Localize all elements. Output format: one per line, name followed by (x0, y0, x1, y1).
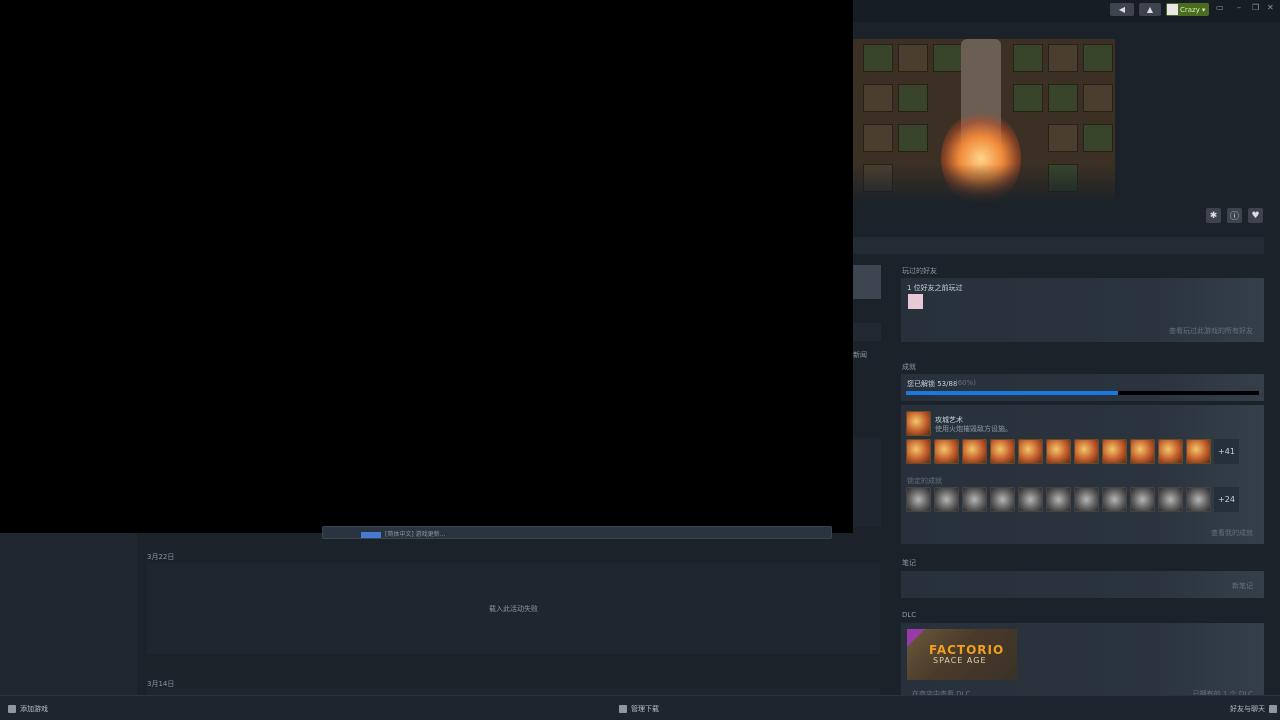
loading-message: 载入此活动失败 (489, 604, 538, 613)
locked-achievement-icon[interactable] (934, 487, 959, 512)
user-name: Crazy (1180, 5, 1200, 14)
achievement-percent: (60%) (955, 379, 977, 387)
info-icon: ⓘ (1229, 212, 1239, 222)
bottom-bar: 添加游戏 管理下载 好友与聊天 (0, 695, 1280, 720)
unlocked-achievement-icon[interactable] (1186, 439, 1211, 464)
achievement-unlocked-count: 您已解锁 53/88 (907, 380, 958, 388)
dlc-image[interactable]: FACTORIO SPACE AGE (907, 629, 1017, 680)
locked-achievement-icon[interactable] (1102, 487, 1127, 512)
news-fragment: 新闻 (853, 351, 867, 359)
locked-achievement-icon[interactable] (1158, 487, 1183, 512)
friends-panel: 1 位好友之前玩过 查看玩过此游戏的所有好友 (901, 278, 1264, 342)
achievements-panel: 攻城艺术 使用火炮摧毁敌方设施。 锁定的成就 查看我的成就 (901, 405, 1264, 544)
news-thumbnail (361, 532, 381, 538)
activity-card: 载入此活动失败 (147, 563, 880, 654)
unlocked-achievement-icon[interactable] (906, 439, 931, 464)
add-game-button[interactable]: 添加游戏 (8, 704, 48, 714)
add-game-label: 添加游戏 (20, 705, 48, 713)
locked-achievements-title: 锁定的成就 (907, 477, 942, 485)
unlocked-achievement-icon[interactable] (1074, 439, 1099, 464)
unlocked-achievement-icon[interactable] (1102, 439, 1127, 464)
settings-button[interactable]: ✱ (1206, 208, 1221, 223)
achievement-progress-bar (906, 391, 1259, 395)
achievements-section-title: 成就 (902, 363, 916, 371)
dlc-logo-subtext: SPACE AGE (933, 656, 987, 665)
activity-card-fragment (853, 437, 881, 527)
dlc-section-title: DLC (902, 611, 917, 619)
friends-section-title: 玩过的好友 (902, 267, 937, 275)
activity-date: 3月22日 (147, 553, 175, 561)
news-popup[interactable]: [简体中文] 游戏更新... (322, 526, 832, 539)
chat-icon (1269, 705, 1277, 713)
info-button[interactable]: ⓘ (1227, 208, 1242, 223)
favorite-button[interactable]: ♥ (1248, 208, 1263, 223)
chevron-down-icon: ▾ (1201, 5, 1206, 14)
featured-achievement-icon[interactable] (906, 411, 931, 436)
view-achievements-link[interactable]: 查看我的成就 (1211, 528, 1253, 538)
bell-icon: ▲ (1146, 5, 1154, 14)
activity-input-fragment[interactable] (853, 323, 881, 341)
minimize-icon[interactable]: – (1237, 3, 1241, 12)
unlocked-achievement-icon[interactable] (934, 439, 959, 464)
locked-achievement-icon[interactable] (1018, 487, 1043, 512)
unlocked-achievement-icon[interactable] (1158, 439, 1183, 464)
blank-overlay-window (0, 0, 853, 533)
news-popup-text: [简体中文] 游戏更新... (385, 531, 446, 538)
locked-achievement-icon[interactable] (1046, 487, 1071, 512)
maximize-icon[interactable]: ❐ (1252, 3, 1259, 12)
new-note-button[interactable]: 新笔记 (1232, 581, 1253, 591)
announcement-button[interactable]: ◀ (1110, 3, 1134, 16)
locked-achievement-icon[interactable] (990, 487, 1015, 512)
game-hero-image (853, 39, 1115, 204)
friends-chat-label: 好友与聊天 (1230, 705, 1265, 713)
megaphone-icon: ◀ (1118, 5, 1126, 14)
activity-card (147, 688, 880, 695)
notes-section-title: 笔记 (902, 559, 916, 567)
all-friends-link[interactable]: 查看玩过此游戏的所有好友 (1169, 326, 1253, 336)
locked-achievement-icon[interactable] (906, 487, 931, 512)
play-bar (853, 237, 1264, 254)
manage-downloads-button[interactable]: 管理下载 (619, 704, 659, 714)
avatar (1167, 4, 1178, 15)
locked-achievement-icon[interactable] (1074, 487, 1099, 512)
dlc-logo-text: FACTORIO (929, 643, 1005, 657)
friends-chat-button[interactable]: 好友与聊天 (1230, 704, 1277, 714)
locked-achievement-icon[interactable] (962, 487, 987, 512)
close-icon[interactable]: ✕ (1267, 3, 1274, 12)
library-sidebar (0, 533, 137, 695)
unlocked-achievement-icon[interactable] (1130, 439, 1155, 464)
locked-achievement-icon[interactable] (1130, 487, 1155, 512)
gear-icon: ✱ (1209, 210, 1218, 221)
user-menu[interactable]: Crazy ▾ (1166, 3, 1209, 16)
steam-window: ◀ ▲ Crazy ▾ ▭ – ❐ ✕ ✱ ⓘ ♥ 新闻 3月22日 载入此活动… (0, 0, 1280, 720)
unlocked-achievement-icon[interactable] (962, 439, 987, 464)
plus-icon (8, 705, 16, 713)
tab-strip-fragment[interactable] (853, 265, 881, 299)
notifications-button[interactable]: ▲ (1139, 3, 1161, 16)
friends-count: 1 位好友之前玩过 (907, 284, 963, 292)
achievement-progress-fill (906, 391, 1118, 395)
featured-achievement-desc: 使用火炮摧毁敌方设施。 (935, 425, 1012, 433)
monitor-icon[interactable]: ▭ (1216, 3, 1224, 12)
friend-avatar[interactable] (908, 294, 923, 309)
unlocked-more-count[interactable]: +41 (1214, 439, 1239, 464)
unlocked-achievement-icon[interactable] (1018, 439, 1043, 464)
achievement-progress-panel: 您已解锁 53/88 (60%) (901, 374, 1264, 401)
manage-downloads-label: 管理下载 (631, 705, 659, 713)
locked-more-count[interactable]: +24 (1214, 487, 1239, 512)
unlocked-achievement-icon[interactable] (1046, 439, 1071, 464)
locked-achievement-icon[interactable] (1186, 487, 1211, 512)
download-icon (619, 705, 627, 713)
heart-icon: ♥ (1251, 210, 1260, 221)
unlocked-achievement-icon[interactable] (990, 439, 1015, 464)
notes-panel: 新笔记 (901, 571, 1264, 598)
